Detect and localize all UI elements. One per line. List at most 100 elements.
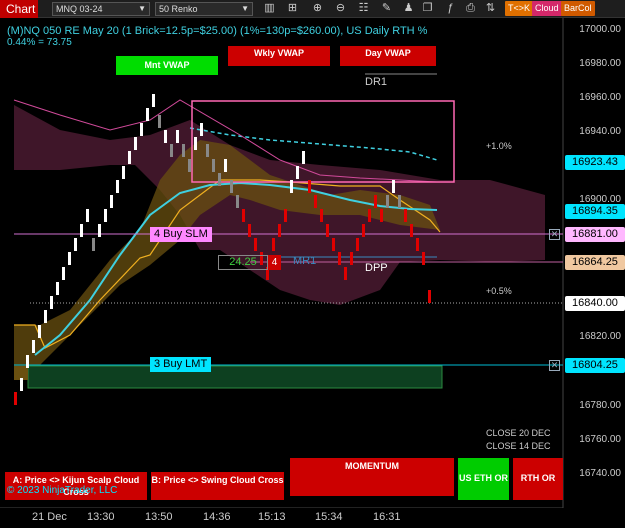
renko-brick-down — [410, 224, 413, 237]
renko-brick-up — [230, 180, 233, 193]
renko-brick-up — [290, 180, 293, 193]
renko-brick-down — [362, 224, 365, 237]
chevron-down-icon: ▼ — [138, 4, 146, 13]
renko-brick-up — [386, 195, 389, 208]
time-tick-label: 13:50 — [145, 511, 173, 523]
template-icon[interactable]: ❐ — [420, 1, 435, 16]
renko-brick-up — [182, 144, 185, 157]
renko-brick-down — [284, 209, 287, 222]
renko-brick-down — [338, 252, 341, 265]
screenshot-icon[interactable]: ⎙ — [463, 1, 478, 16]
renko-brick-up — [194, 137, 197, 150]
buy-lmt-order[interactable]: 3 Buy LMT — [150, 357, 212, 372]
renko-brick-up — [200, 123, 203, 136]
renko-brick-up — [26, 355, 29, 368]
dr1-label: DR1 — [365, 76, 388, 88]
position-quantity: 4 — [268, 255, 281, 270]
time-tick-label: 15:34 — [315, 511, 343, 523]
pct-up-label: +1.0% — [486, 141, 512, 151]
renko-brick-down — [368, 209, 371, 222]
weekly-vwap-label: Wkly VWAP — [228, 46, 330, 66]
renko-brick-down — [320, 209, 323, 222]
price-tag-last: 16840.00 — [565, 296, 625, 311]
renko-brick-up — [50, 296, 53, 309]
copyright-text: © 2023 NinjaTrader, LLC — [7, 485, 118, 496]
buy-slm-order[interactable]: 4 Buy SLM — [150, 227, 212, 242]
cloud-toggle-button[interactable]: Cloud — [532, 1, 562, 16]
pnl-counter: 24.25 — [218, 255, 268, 270]
renko-brick-down — [350, 252, 353, 265]
bar-type-value: 50 Renko — [159, 4, 198, 14]
zoom-out-icon[interactable]: ⊖ — [333, 1, 348, 16]
chart-tab-label[interactable]: Chart — [0, 0, 38, 18]
instrument-selector[interactable]: MNQ 03-24 ▼ — [52, 2, 150, 16]
renko-brick-up — [296, 166, 299, 179]
renko-brick-up — [236, 195, 239, 208]
price-tick-label: 16960.00 — [579, 92, 621, 103]
time-tick-label: 14:36 — [203, 511, 231, 523]
grid-icon[interactable]: ⊞ — [285, 1, 300, 16]
renko-brick-up — [206, 144, 209, 157]
barcol-toggle-button[interactable]: BarCol — [561, 1, 595, 16]
strategy-icon[interactable]: ♟ — [401, 1, 416, 16]
drawing-tool-icon[interactable]: ✎ — [379, 1, 394, 16]
price-tick-label: 16980.00 — [579, 58, 621, 69]
zoom-in-icon[interactable]: ⊕ — [310, 1, 325, 16]
mr1-label: MR1 — [293, 255, 317, 267]
close-14-label: CLOSE 14 DEC — [486, 441, 551, 451]
renko-brick-up — [158, 115, 161, 128]
renko-brick-down — [374, 195, 377, 208]
price-tick-label: 16940.00 — [579, 126, 621, 137]
buy-zone-box — [27, 365, 443, 389]
renko-brick-up — [62, 267, 65, 280]
renko-brick-up — [68, 252, 71, 265]
price-tick-label: 16820.00 — [579, 331, 621, 342]
chart-title: (M)NQ 050 RE May 20 (1 Brick=12.5p=$25.0… — [7, 25, 428, 37]
renko-brick-up — [140, 123, 143, 136]
renko-brick-up — [116, 180, 119, 193]
renko-brick-up — [44, 310, 47, 323]
price-tick-label: 16740.00 — [579, 468, 621, 479]
renko-brick-up — [188, 159, 191, 172]
dpp-label: DPP — [365, 262, 388, 274]
renko-brick-up — [164, 130, 167, 143]
renko-brick-up — [122, 166, 125, 179]
price-tag-tenkan: 16894.35 — [565, 204, 625, 219]
renko-brick-up — [80, 224, 83, 237]
renko-brick-up — [20, 378, 23, 391]
renko-brick-down — [308, 180, 311, 193]
renko-brick-up — [56, 282, 59, 295]
time-tick-label: 16:31 — [373, 511, 401, 523]
tk-toggle-button[interactable]: T<>K — [505, 1, 534, 16]
renko-brick-down — [356, 238, 359, 251]
indicators-icon[interactable]: ƒ — [443, 1, 458, 16]
renko-brick-up — [74, 238, 77, 251]
renko-brick-up — [170, 144, 173, 157]
properties-icon[interactable]: ☷ — [356, 1, 371, 16]
price-tag-upper: 16923.43 — [565, 155, 625, 170]
renko-brick-up — [392, 180, 395, 193]
renko-brick-up — [398, 195, 401, 208]
us-eth-or-box: US ETH OR — [458, 458, 509, 500]
close-order-icon[interactable]: ✕ — [549, 229, 560, 240]
chart-trader-icon[interactable]: ⇅ — [483, 1, 498, 16]
daily-vwap-label: Day VWAP — [340, 46, 436, 66]
price-tag-buy-lmt: 16804.25 — [565, 358, 625, 373]
time-tick-label: 15:13 — [258, 511, 286, 523]
close-20-label: CLOSE 20 DEC — [486, 428, 551, 438]
close-order-icon[interactable]: ✕ — [549, 360, 560, 371]
signal-b-box: B: Price <> Swing Cloud Cross — [151, 472, 284, 500]
renko-brick-down — [242, 209, 245, 222]
zone-marker — [14, 366, 28, 380]
bar-type-selector[interactable]: 50 Renko ▼ — [155, 2, 253, 16]
instrument-value: MNQ 03-24 — [56, 4, 103, 14]
renko-brick-up — [92, 238, 95, 251]
chart-subtitle: 0.44% = 73.75 — [7, 37, 72, 48]
bar-chart-icon[interactable]: ▥ — [262, 1, 277, 16]
time-tick-label: 21 Dec — [32, 511, 67, 523]
renko-brick-down — [272, 238, 275, 251]
renko-brick-up — [32, 340, 35, 353]
chevron-down-icon: ▼ — [241, 4, 249, 13]
renko-brick-down — [344, 267, 347, 280]
price-tick-label: 16760.00 — [579, 434, 621, 445]
